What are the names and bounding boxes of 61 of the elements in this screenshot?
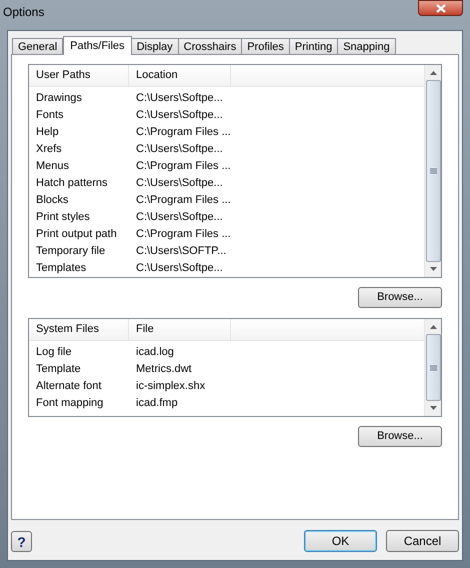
list-cell-text: Menus [35,159,70,174]
grip-icon [430,168,436,174]
tab[interactable]: Profiles [241,38,290,54]
list-cell-text: icad.fmp [135,396,179,412]
grip-icon [430,364,436,370]
list-cell-text: C:\Users\Softpe... [135,142,224,158]
list-cell-text: C:\Users\SOFTP... [135,244,228,260]
column-header[interactable]: Location [129,65,231,86]
list-cell-text: Template [35,362,82,378]
list-cell-text: C:\Users\Softpe... [135,108,224,124]
scroll-up-icon[interactable] [430,325,436,329]
list-cell-text: C:\Users\Softpe... [135,261,224,276]
tab[interactable]: Printing [288,38,338,54]
browse-button[interactable]: Browse... [358,426,442,447]
tab[interactable]: General [12,38,64,54]
list-cell-text: Log file [35,345,72,360]
column-header[interactable]: File [129,319,231,340]
list-cell-text: C:\Users\Softpe... [135,176,224,192]
close-icon [436,4,446,12]
list-cell-text: icad.log [135,345,175,360]
scroll-thumb[interactable] [426,80,440,262]
list-cell-text: C:\Users\Softpe... [135,210,224,226]
list-cell-text: C:\Users\Softpe... [135,91,224,106]
scroll-down-icon[interactable] [430,267,436,271]
list-cell-text: Drawings [35,91,83,106]
column-header[interactable]: User Paths [29,65,129,86]
scroll-down-icon[interactable] [430,406,436,410]
list-cell-text: C:\Program Files ... [135,125,232,140]
list-cell-text: C:\Program Files ... [135,193,232,208]
window-title: Options [3,4,44,21]
tab[interactable]: Crosshairs [178,38,242,54]
list-cell-text: Xrefs [35,142,63,158]
list-cell-text: Alternate font [35,379,102,394]
tab[interactable]: Display [130,38,179,54]
list-cell-text: Hatch patterns [35,176,109,192]
list-cell-text: Help [35,125,60,140]
list-cell-text: Print output path [35,227,118,242]
scroll-thumb[interactable] [426,334,440,401]
scroll-up-icon[interactable] [430,71,436,75]
dialog-button[interactable]: OK [304,530,377,552]
close-button[interactable] [418,0,463,16]
list-cell-text: Templates [35,261,88,276]
tab[interactable]: Snapping [337,38,396,54]
list-cell-text: Font mapping [35,396,104,412]
list-cell-text: Fonts [35,108,65,124]
list-cell-text: C:\Program Files ... [135,159,232,174]
list-cell-text: C:\Program Files ... [135,227,232,242]
list-cell-text: Blocks [35,193,70,208]
list-view[interactable] [28,64,442,278]
help-button[interactable]: ? [11,530,32,552]
dialog-button[interactable]: Cancel [386,530,459,552]
list-view[interactable]: System Files File Log file icad.log Template Metrics.dwt Alternate font ic-simplex.shx Font mapping icad.fmp [28,318,442,417]
column-header[interactable]: System Files [29,319,129,340]
scrollbar[interactable] [424,319,441,416]
list-cell-text: ic-simplex.shx [135,379,206,394]
list-cell-text: Temporary file [35,244,106,260]
list-cell-text: Metrics.dwt [135,362,193,378]
scrollbar[interactable] [424,65,441,277]
tab[interactable]: Paths/Files [63,36,132,55]
list-cell-text: Print styles [35,210,91,226]
browse-button[interactable]: Browse... [358,287,442,308]
